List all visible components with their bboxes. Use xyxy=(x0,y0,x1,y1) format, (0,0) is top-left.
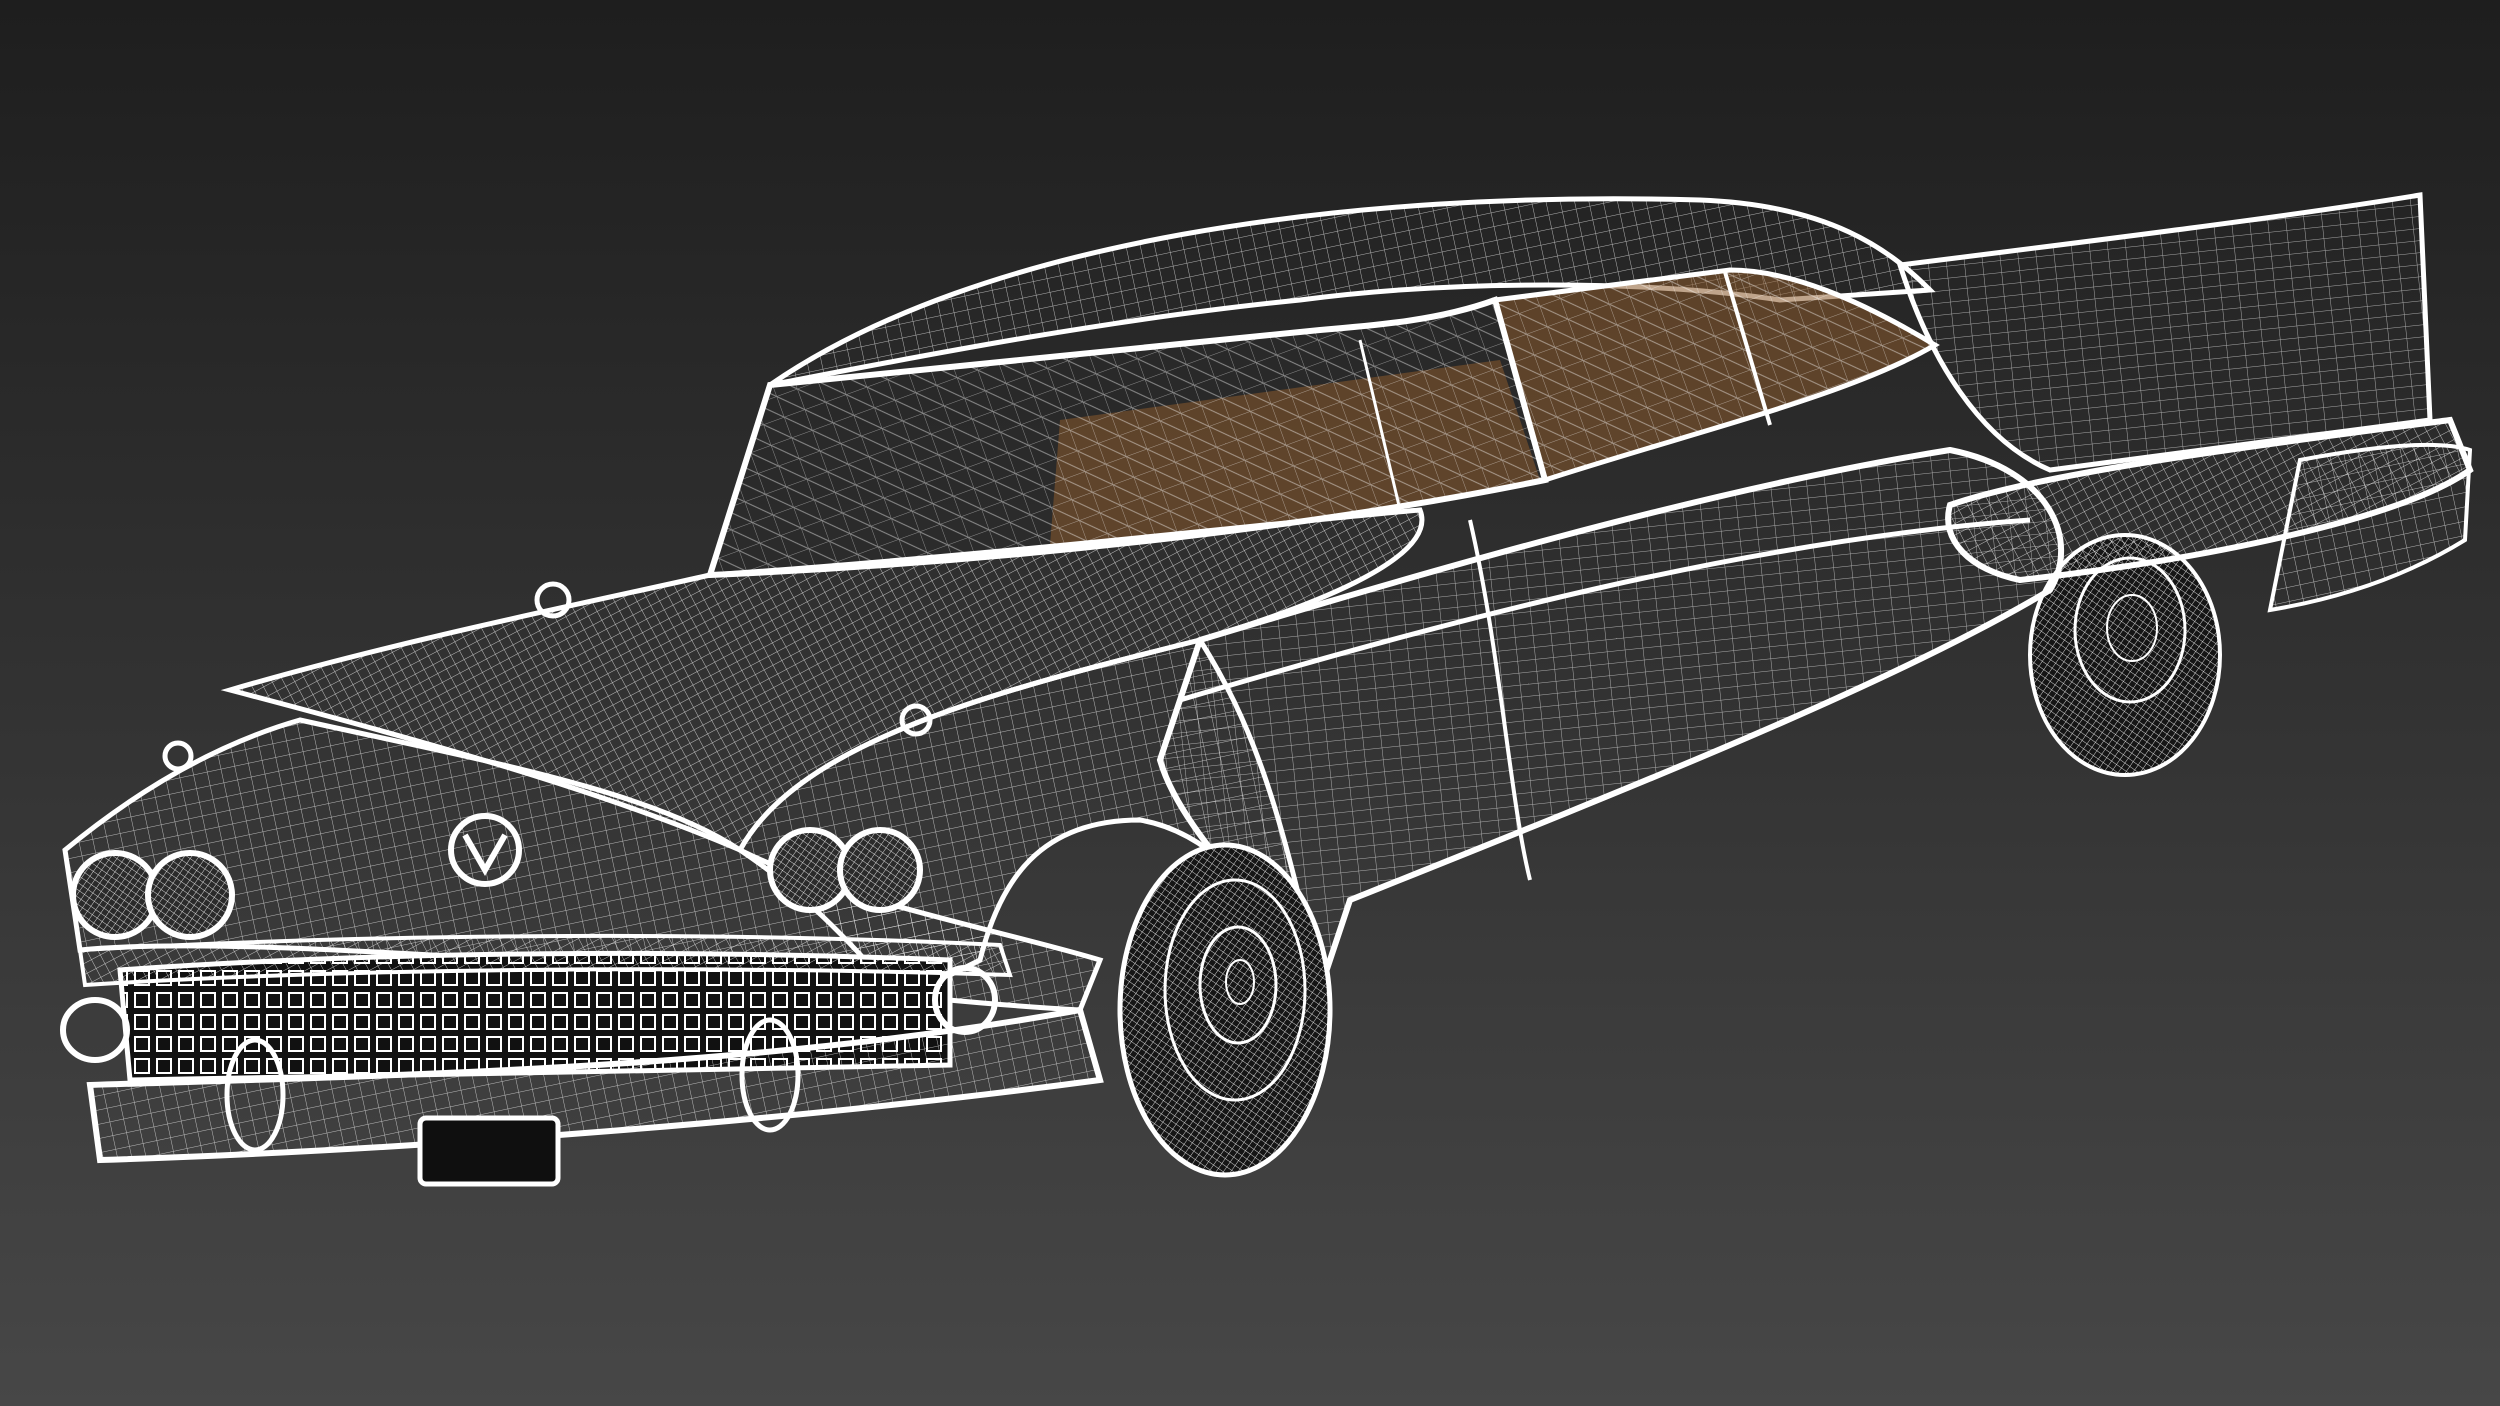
license-plate xyxy=(417,1115,561,1187)
wireframe-car xyxy=(60,192,2474,1187)
rear-deck xyxy=(1896,192,2433,473)
rear-bumper xyxy=(2267,442,2473,613)
front-wheel xyxy=(1117,842,1333,1178)
viewport xyxy=(0,0,2500,1406)
side-windows xyxy=(1491,267,1940,484)
